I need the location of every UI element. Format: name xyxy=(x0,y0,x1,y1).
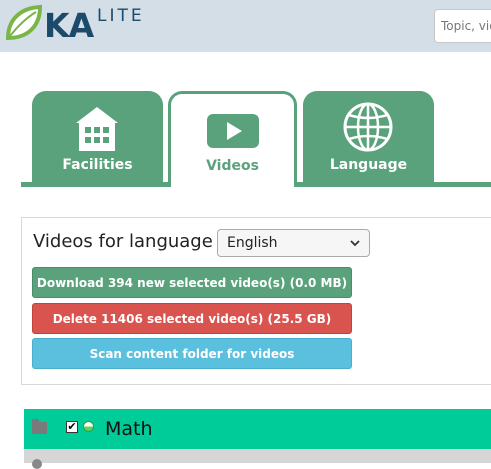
tab-facilities-label: Facilities xyxy=(62,157,133,173)
partial-status-icon xyxy=(83,421,94,432)
logo-ka-text: KA xyxy=(44,6,94,45)
logo-lite-text: LITE xyxy=(97,6,145,26)
search-input[interactable] xyxy=(434,9,491,43)
language-select[interactable]: English xyxy=(217,229,370,257)
tab-language-label: Language xyxy=(329,157,408,173)
delete-videos-button[interactable]: Delete 11406 selected video(s) (25.5 GB) xyxy=(32,303,352,334)
tab-language[interactable]: Language xyxy=(303,91,434,185)
tree-item-title[interactable]: Math xyxy=(105,418,153,440)
math-checkbox[interactable]: ✔ xyxy=(66,421,78,433)
top-header: KA LITE xyxy=(0,0,491,52)
tab-facilities[interactable]: Facilities xyxy=(32,91,163,185)
tree-row-next xyxy=(24,449,491,469)
building-icon xyxy=(76,107,118,151)
scan-content-button[interactable]: Scan content folder for videos xyxy=(32,338,352,369)
folder-icon[interactable] xyxy=(32,419,47,434)
panel-title: Videos for language xyxy=(33,231,213,252)
ka-lite-logo[interactable]: KA LITE xyxy=(4,4,154,45)
tab-videos[interactable]: Videos xyxy=(168,91,297,187)
expander-icon[interactable] xyxy=(32,459,42,469)
leaf-icon xyxy=(5,4,43,41)
play-video-icon xyxy=(207,114,259,148)
video-download-panel: Videos for language English Download 394… xyxy=(21,217,491,385)
tab-videos-label: Videos xyxy=(206,158,259,174)
chevron-down-icon xyxy=(349,230,361,265)
language-select-value: English xyxy=(227,235,278,251)
globe-icon xyxy=(343,102,393,152)
tree-row-math[interactable]: ✔ Math xyxy=(24,409,491,449)
download-videos-button[interactable]: Download 394 new selected video(s) (0.0 … xyxy=(32,267,352,298)
